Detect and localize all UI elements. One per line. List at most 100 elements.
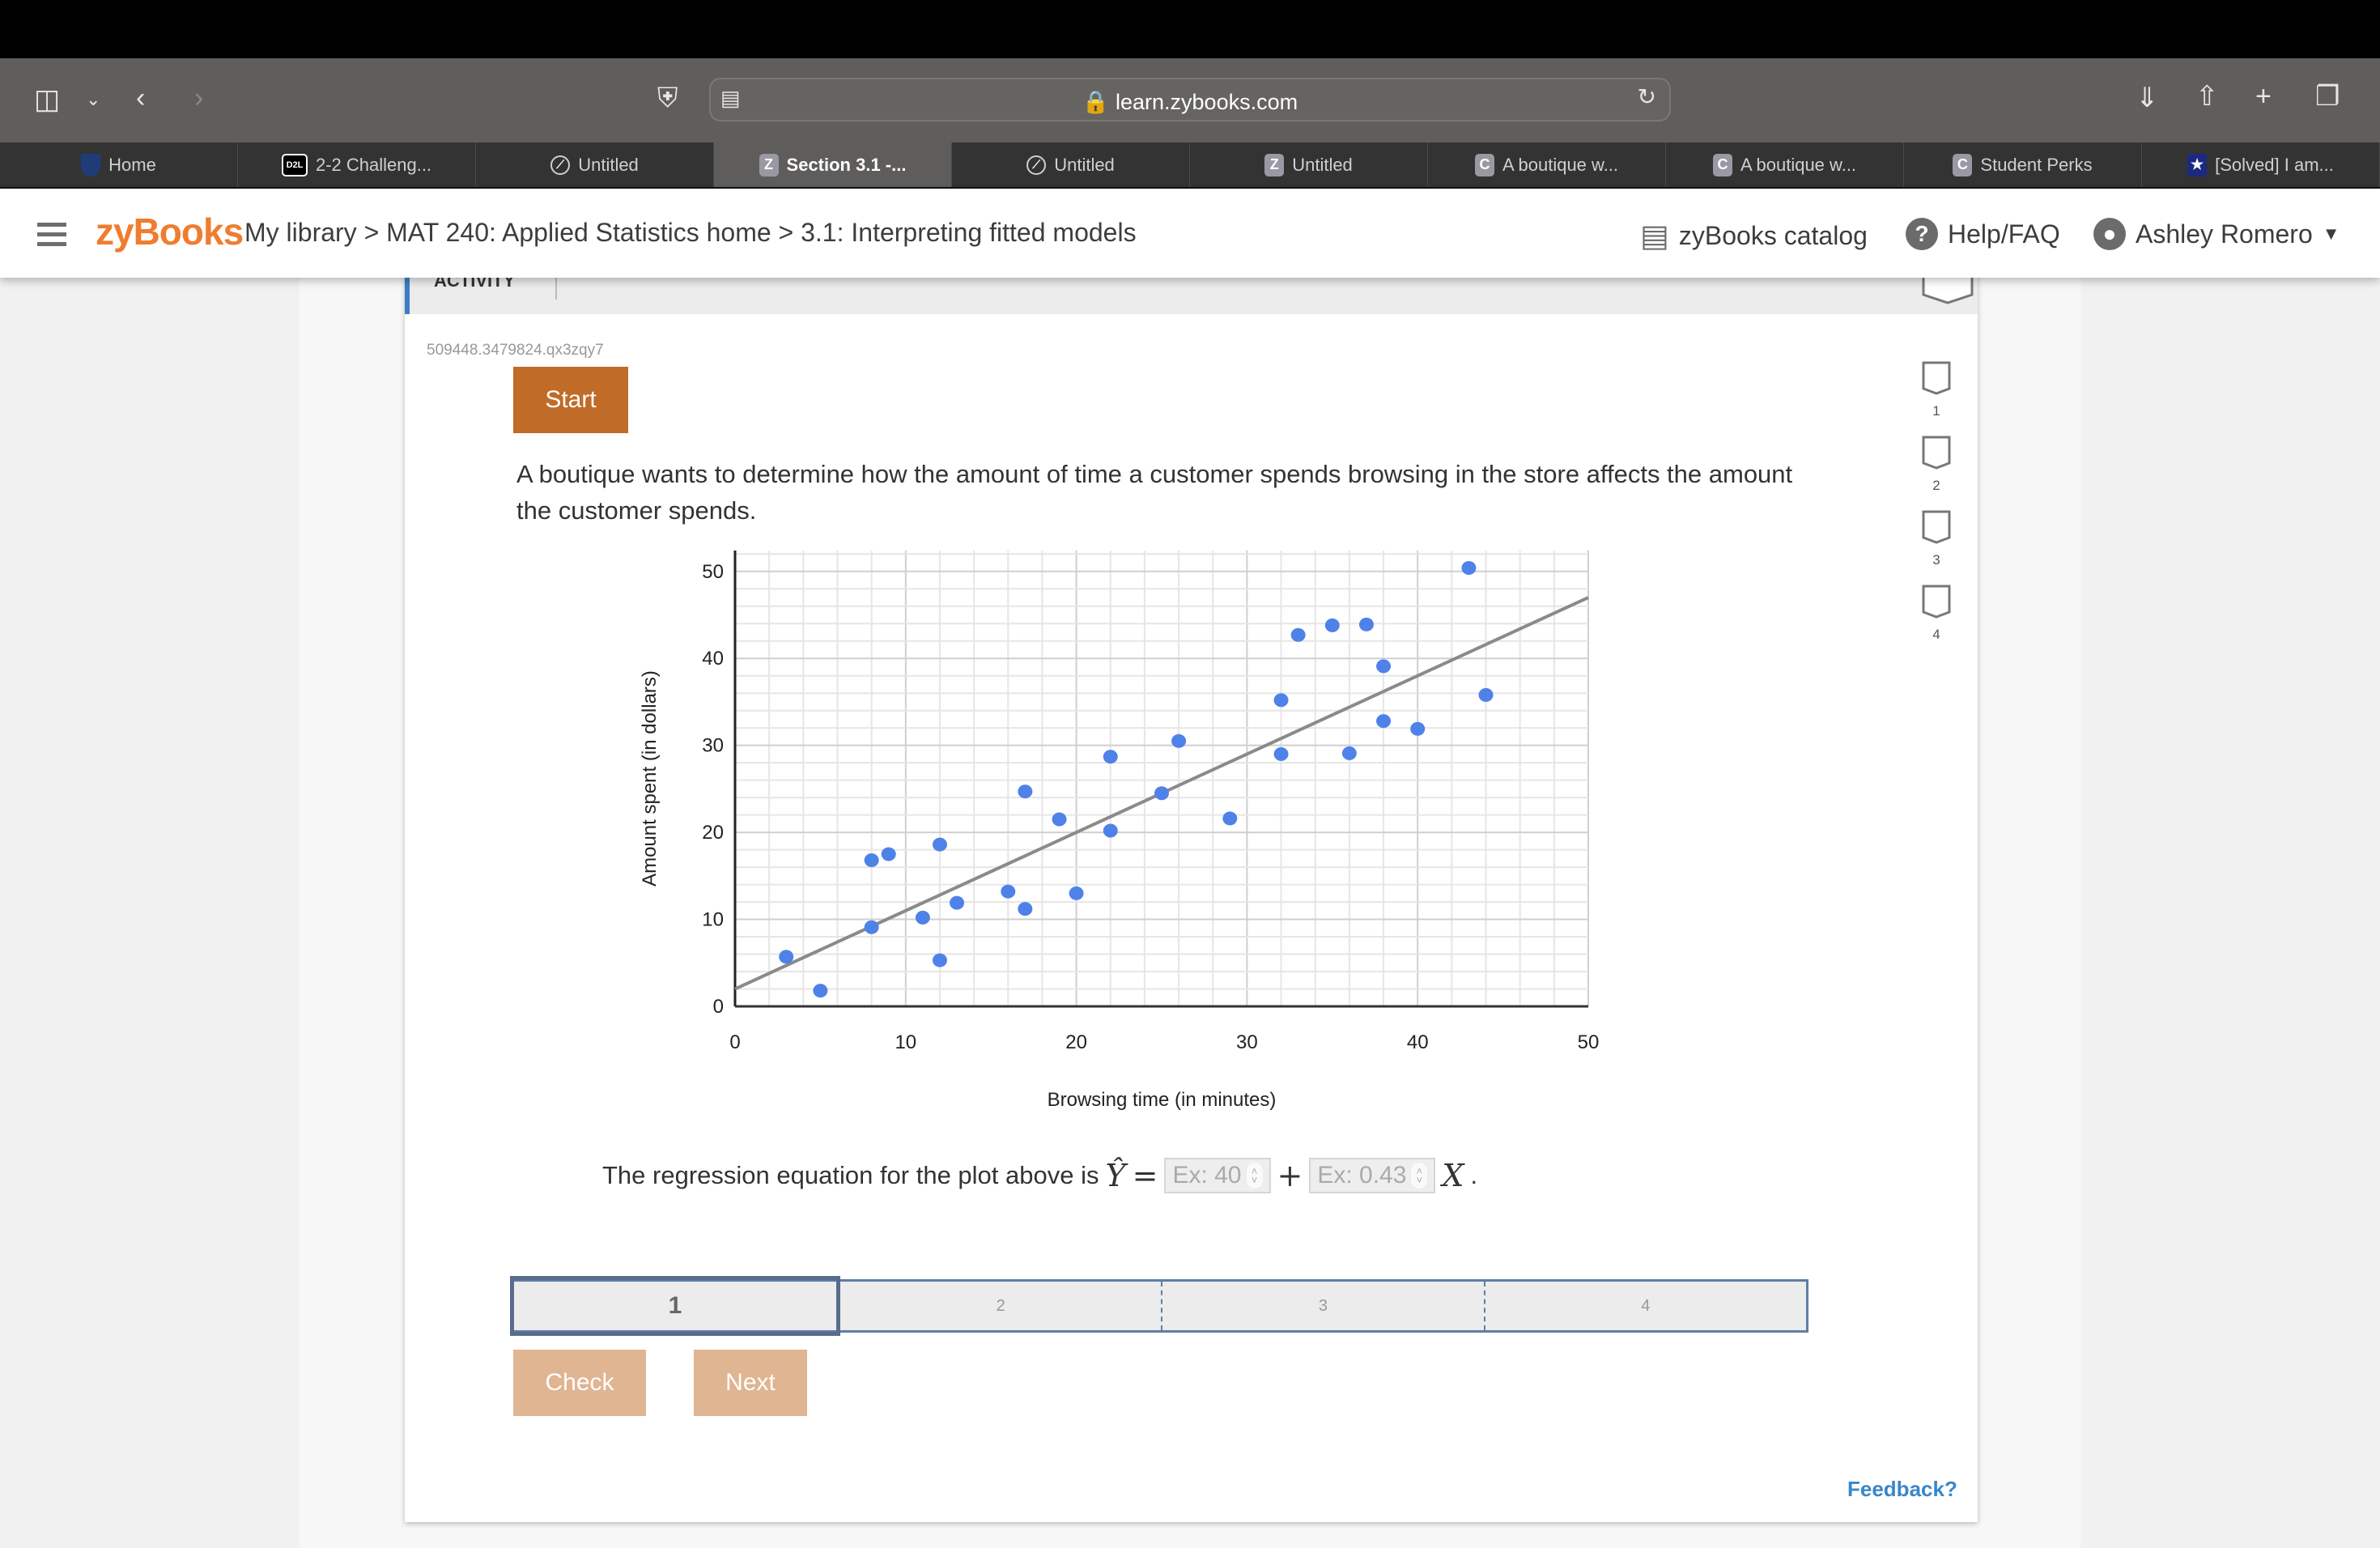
z-favicon-icon: Z [759, 153, 779, 176]
data-point [932, 953, 947, 968]
data-point [1018, 902, 1033, 916]
reload-icon[interactable]: ↻ [1638, 86, 1656, 108]
progress-segment[interactable]: 2 [840, 1282, 1163, 1330]
equals-sign: = [1132, 1158, 1158, 1193]
catalog-label: zyBooks catalog [1678, 221, 1868, 250]
compass-icon: ⟋ [1026, 155, 1047, 175]
progress-segment[interactable]: 1 [510, 1276, 840, 1336]
tab-label: Section 3.1 -... [786, 154, 907, 175]
share-icon[interactable]: ⇧ [2195, 83, 2219, 110]
x-tick-label: 0 [729, 1031, 740, 1053]
feedback-link[interactable]: Feedback? [1847, 1477, 1957, 1502]
url-text: learn.zybooks.com [1116, 90, 1298, 114]
privacy-shield-icon[interactable]: ⛨ [657, 84, 678, 112]
data-point [1478, 687, 1494, 702]
x-tick-label: 20 [1065, 1031, 1087, 1053]
plus-sign: + [1277, 1158, 1303, 1193]
check-button[interactable]: Check [513, 1350, 646, 1416]
address-bar[interactable]: ▤ 🔒 learn.zybooks.com ↻ [709, 78, 1671, 121]
data-point [1052, 812, 1067, 827]
catalog-link[interactable]: ▤ zyBooks catalog [1640, 218, 1868, 254]
back-icon[interactable]: ‹ [136, 84, 145, 112]
slope-input[interactable]: Ex: 0.43 ˄ ˅ [1309, 1158, 1436, 1193]
browser-toolbar: ◫ ⌄ ‹ › ⛨ ▤ 🔒 learn.zybooks.com ↻ ⇓ ⇧ + … [0, 58, 2380, 142]
downloads-icon[interactable]: ⇓ [2136, 84, 2159, 112]
level-chevron-icon [1922, 585, 1951, 620]
tab-label: Student Perks [1980, 154, 2093, 175]
forward-icon[interactable]: › [194, 84, 203, 112]
browser-tab[interactable]: ⟋ Untitled [952, 142, 1190, 187]
data-point [1222, 811, 1238, 826]
data-point [1376, 659, 1392, 674]
level-number: 3 [1932, 552, 1940, 568]
data-point [932, 837, 947, 852]
help-link[interactable]: ? Help/FAQ [1906, 218, 2060, 250]
slope-placeholder: Ex: 0.43 [1317, 1162, 1407, 1189]
data-point [864, 853, 879, 867]
regression-equation: The regression equation for the plot abo… [602, 1158, 1477, 1193]
zybooks-logo[interactable]: zyBooks [96, 210, 244, 253]
tab-overview-icon[interactable]: ❐ [2315, 83, 2340, 110]
help-label: Help/FAQ [1948, 219, 2060, 249]
menu-icon[interactable] [37, 223, 66, 252]
level-chevron-icon [1922, 510, 1951, 546]
x-axis-label: Browsing time (in minutes) [1048, 1089, 1277, 1111]
tab-label: 2-2 Challeng... [315, 154, 432, 175]
level-number: 2 [1932, 478, 1940, 493]
browser-tab[interactable]: C Student Perks [1904, 142, 2142, 187]
data-point [1324, 618, 1340, 632]
browser-tab[interactable]: C A boutique w... [1428, 142, 1666, 187]
browser-tab[interactable]: Home [0, 142, 238, 187]
sidebar-toggle-icon[interactable]: ◫ [34, 86, 60, 113]
user-menu[interactable]: ● Ashley Romero ▼ [2093, 218, 2340, 250]
intercept-spinner[interactable]: ˄ ˅ [1246, 1163, 1263, 1189]
screen-top-bezel [0, 0, 2380, 58]
data-point [1103, 750, 1118, 764]
browser-tab[interactable]: Z Section 3.1 -... [714, 142, 952, 187]
data-point [864, 920, 879, 934]
new-tab-icon[interactable]: + [2255, 83, 2272, 110]
chevron-down-icon[interactable]: ⌄ [86, 91, 100, 108]
y-tick-label: 30 [702, 735, 724, 757]
catalog-icon: ▤ [1640, 219, 1669, 253]
tab-label: A boutique w... [1740, 154, 1857, 175]
browser-tab[interactable]: ⟋ Untitled [476, 142, 714, 187]
c-favicon-icon: C [1953, 153, 1973, 176]
data-point [1154, 786, 1169, 801]
user-avatar-icon: ● [2093, 218, 2126, 250]
browser-tab[interactable]: D2L 2-2 Challeng... [238, 142, 476, 187]
browser-tab[interactable]: C A boutique w... [1666, 142, 1904, 187]
data-point [1018, 785, 1033, 799]
period: . [1470, 1161, 1478, 1189]
shield-icon [81, 153, 101, 176]
compass-icon: ⟋ [550, 155, 571, 175]
level-number: 4 [1932, 627, 1940, 642]
data-point [1376, 714, 1392, 729]
browser-tab[interactable]: ★ [Solved] I am... [2142, 142, 2380, 187]
y-tick-label: 10 [702, 909, 724, 931]
data-point [1273, 746, 1289, 761]
tab-label: Untitled [1054, 154, 1115, 175]
slope-spinner[interactable]: ˄ ˅ [1411, 1163, 1428, 1189]
zybooks-header: zyBooks My library > MAT 240: Applied St… [0, 189, 2380, 278]
progress-segment[interactable]: 3 [1162, 1282, 1485, 1330]
start-button[interactable]: Start [513, 367, 628, 433]
intercept-input[interactable]: Ex: 40 ˄ ˅ [1164, 1158, 1271, 1193]
scatter-chart: 0 10 20 30 40 50 0 10 20 30 40 50 Browsing time (in … [639, 551, 1599, 1111]
data-point [1273, 693, 1289, 708]
breadcrumb[interactable]: My library > MAT 240: Applied Statistics… [244, 218, 1137, 248]
y-tick-label: 50 [702, 561, 724, 583]
tab-label: Untitled [578, 154, 639, 175]
y-tick-label: 0 [713, 996, 724, 1018]
lock-icon: 🔒 [1082, 90, 1116, 114]
star-icon: ★ [2187, 153, 2208, 176]
browser-tab[interactable]: Z Untitled [1190, 142, 1428, 187]
data-point [1461, 560, 1477, 575]
x-symbol: X [1442, 1158, 1464, 1193]
progress-segment[interactable]: 4 [1485, 1282, 1806, 1330]
data-point [915, 910, 930, 925]
next-button[interactable]: Next [694, 1350, 807, 1416]
data-point [1358, 617, 1374, 632]
data-point [1290, 627, 1306, 642]
data-point [1069, 886, 1084, 900]
